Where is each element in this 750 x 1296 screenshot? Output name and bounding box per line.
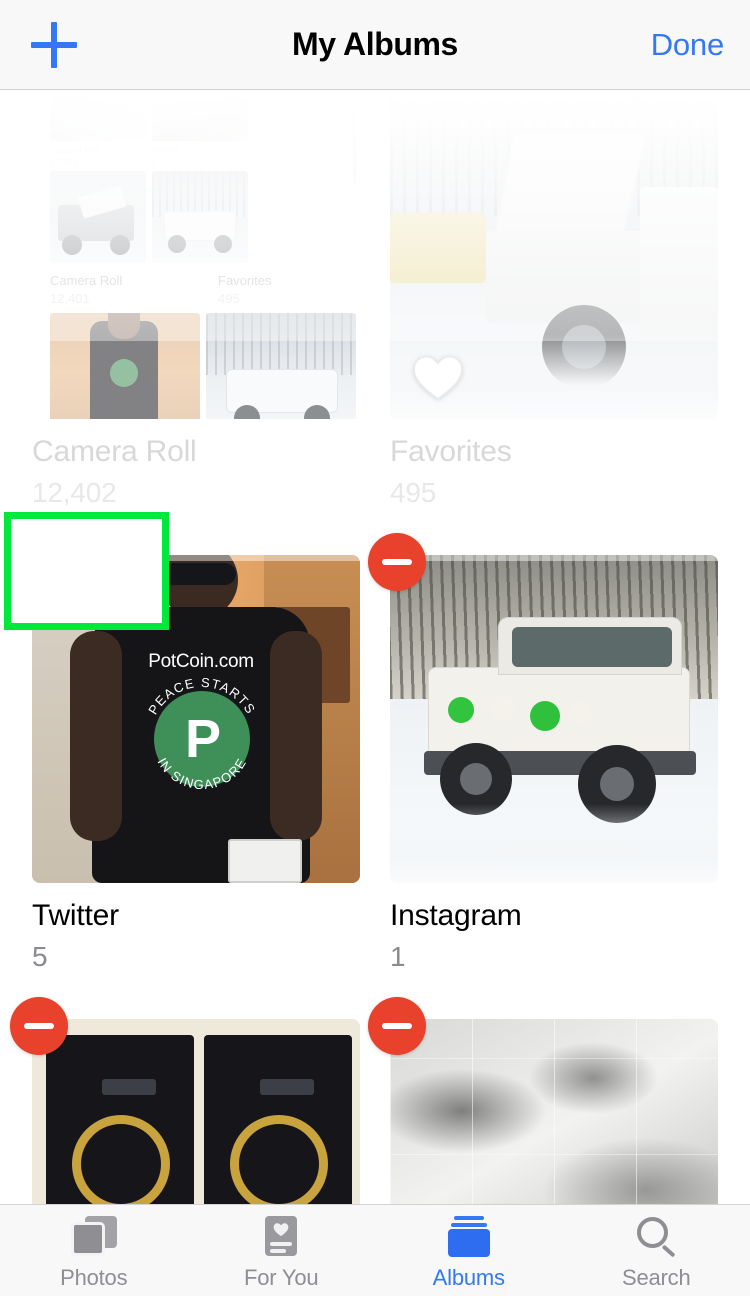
nested-photos-screenshot: Camera Roll 12,401 Twitter 5 Camera Roll… <box>32 91 360 419</box>
heart-icon <box>413 355 463 400</box>
tab-label-photos: Photos <box>60 1265 128 1290</box>
album-thumbnail-twitter[interactable]: PotCoin.com P PEACE STARTS IN SINGAPORE <box>32 555 360 883</box>
album-cell-instagram[interactable]: Instagram 1 <box>368 533 718 973</box>
tab-search[interactable]: Search <box>563 1205 750 1296</box>
thumbnail-wrap <box>368 997 718 1204</box>
album-thumbnail-favorites[interactable] <box>390 91 718 419</box>
shirt-ring-text: PEACE STARTS IN SINGAPORE <box>145 675 259 792</box>
thumbnail-wrap <box>368 533 718 883</box>
search-icon <box>633 1216 679 1258</box>
page-title: My Albums <box>292 26 458 62</box>
plus-icon-vertical <box>51 21 57 68</box>
tab-bar: Photos For You Albums Search <box>0 1204 750 1296</box>
photos-icon <box>70 1216 117 1258</box>
album-title: Twitter <box>32 899 119 932</box>
nested-album-title-2: Favorites <box>218 273 272 288</box>
delete-album-badge-instagram[interactable] <box>368 533 426 591</box>
album-count: 495 <box>390 477 437 508</box>
tab-albums[interactable]: Albums <box>375 1205 563 1296</box>
nested-thumb-1 <box>50 95 146 141</box>
nested-thumb-2 <box>152 95 248 141</box>
shirt-brand-text: PotCoin.com <box>148 651 254 672</box>
nested-thumb-6 <box>206 313 356 419</box>
nested-label-1: Camera Roll <box>50 145 101 155</box>
nested-thumb-5 <box>50 313 200 419</box>
nested-scrollbar <box>353 97 356 183</box>
album-cell-partial-right[interactable] <box>368 997 718 1204</box>
album-cell-partial-left[interactable] <box>10 997 360 1204</box>
svg-text:IN SINGAPORE: IN SINGAPORE <box>155 755 250 792</box>
tab-label-for-you: For You <box>244 1265 319 1290</box>
nested-album-count-2: 495 <box>218 291 240 306</box>
tab-for-you[interactable]: For You <box>188 1205 376 1296</box>
thumbnail-wrap: Camera Roll 12,401 Twitter 5 Camera Roll… <box>32 91 360 419</box>
nested-album-title-1: Camera Roll <box>50 273 123 288</box>
thumbnail-wrap: PotCoin.com P PEACE STARTS IN SINGAPORE <box>10 533 360 883</box>
album-count: 5 <box>32 941 48 972</box>
albums-grid: Camera Roll 12,401 Twitter 5 Camera Roll… <box>0 91 750 1204</box>
nested-thumb-3 <box>50 171 146 263</box>
done-button[interactable]: Done <box>651 27 725 63</box>
tab-label-albums: Albums <box>432 1265 505 1290</box>
delete-album-badge-twitter[interactable] <box>10 533 68 591</box>
add-album-button[interactable] <box>26 17 82 73</box>
foryou-icon <box>258 1216 304 1258</box>
minus-icon <box>24 1023 54 1029</box>
delete-album-badge-partial-right[interactable] <box>368 997 426 1055</box>
minus-icon <box>382 559 412 565</box>
album-count: 12,402 <box>32 477 117 508</box>
album-thumbnail-instagram[interactable] <box>390 555 718 883</box>
nested-count-2: 5 <box>152 157 158 167</box>
thumbnail-wrap <box>390 91 718 419</box>
delete-album-badge-partial-left[interactable] <box>10 997 68 1055</box>
svg-text:PEACE STARTS: PEACE STARTS <box>145 675 259 717</box>
album-thumbnail-mechanical-parts[interactable] <box>32 1019 360 1204</box>
photos-app-screen: My Albums Done Camera Roll 12,401 Twitte… <box>0 0 750 1296</box>
navigation-bar: My Albums Done <box>0 0 750 90</box>
album-cell-camera-roll[interactable]: Camera Roll 12,401 Twitter 5 Camera Roll… <box>32 91 360 509</box>
album-title: Favorites <box>390 435 512 468</box>
nested-count-1: 12,401 <box>50 157 78 167</box>
album-title: Instagram <box>390 899 522 932</box>
tab-photos[interactable]: Photos <box>0 1205 188 1296</box>
album-cell-favorites[interactable]: Favorites 495 <box>390 91 718 509</box>
album-thumbnail-camera-roll[interactable]: Camera Roll 12,401 Twitter 5 Camera Roll… <box>32 91 360 419</box>
minus-icon <box>382 1023 412 1029</box>
tab-label-search: Search <box>621 1265 691 1290</box>
nested-album-count-1: 12,401 <box>50 291 90 306</box>
albums-icon <box>446 1216 492 1258</box>
minus-icon <box>24 559 54 565</box>
albums-scroll-area[interactable]: Camera Roll 12,401 Twitter 5 Camera Roll… <box>0 91 750 1204</box>
album-count: 1 <box>390 941 406 972</box>
thumbnail-wrap <box>10 997 360 1204</box>
album-thumbnail-satellite-image[interactable] <box>390 1019 718 1204</box>
album-cell-twitter[interactable]: PotCoin.com P PEACE STARTS IN SINGAPORE … <box>10 533 360 973</box>
nested-label-2: Twitter <box>152 145 179 155</box>
album-title: Camera Roll <box>32 435 197 468</box>
nested-thumb-4 <box>152 171 248 263</box>
